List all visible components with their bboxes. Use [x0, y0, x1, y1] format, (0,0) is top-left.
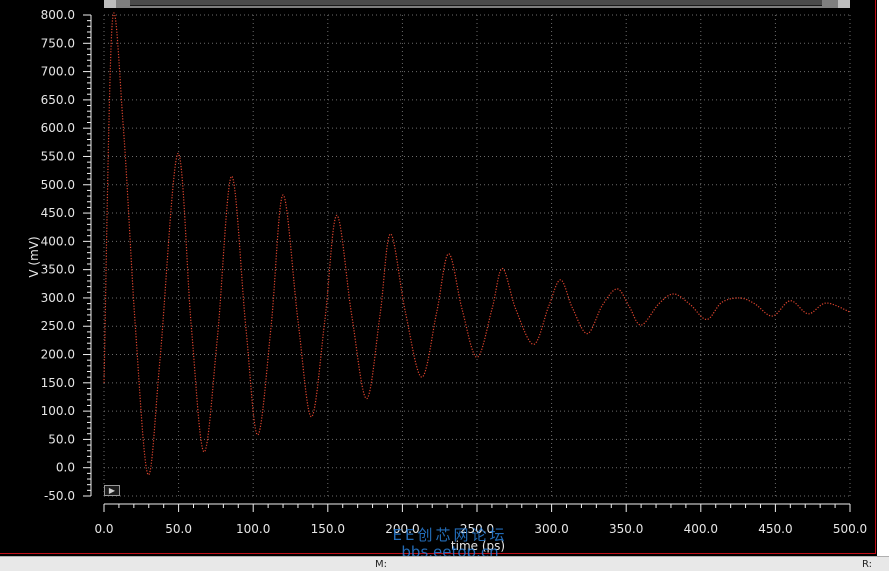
y-tick-label: 50.0 — [48, 432, 75, 446]
status-m-label: M: — [375, 559, 387, 570]
watermark-title: EE创芯网论坛 — [392, 526, 508, 544]
waveform-chart: 0.0 50.0 100.0 150.0 200.0 250.0 300.0 350.0 400… — [27, 8, 868, 553]
x-tick-label: 400.0 — [684, 522, 718, 536]
x-tick-label: 350.0 — [609, 522, 643, 536]
y-tick-label: 650.0 — [41, 93, 75, 107]
y-tick-label: 100.0 — [41, 404, 75, 418]
y-tick-label: 350.0 — [41, 263, 75, 277]
waveform-trace-group — [103, 12, 851, 476]
y-tick-label: 550.0 — [41, 149, 75, 163]
y-tick-label: 400.0 — [41, 234, 75, 248]
y-tick-label: 150.0 — [41, 376, 75, 390]
y-axis-title: V (mV) — [27, 236, 41, 277]
y-tick-label: 300.0 — [41, 291, 75, 305]
x-tick-label: 50.0 — [165, 522, 192, 536]
right-scrollbar[interactable] — [877, 0, 889, 556]
x-tick-label: 450.0 — [758, 522, 792, 536]
y-tick-label: 750.0 — [41, 36, 75, 50]
y-tick-label: 450.0 — [41, 206, 75, 220]
y-tick-label: 800.0 — [41, 8, 75, 22]
x-tick-label: 150.0 — [311, 522, 345, 536]
x-tick-label: 0.0 — [94, 522, 113, 536]
y-tick-label: 200.0 — [41, 348, 75, 362]
x-tick-label: 100.0 — [236, 522, 270, 536]
y-tick-label: 700.0 — [41, 65, 75, 79]
grid — [103, 14, 851, 497]
status-bar: M: R: — [0, 556, 889, 571]
y-tick-label: 500.0 — [41, 178, 75, 192]
y-tick-label: 0.0 — [56, 461, 75, 475]
y-tick-label: 250.0 — [41, 319, 75, 333]
x-tick-label: 300.0 — [534, 522, 568, 536]
status-r-label: R: — [862, 559, 873, 570]
x-tick-label: 500.0 — [833, 522, 867, 536]
play-button[interactable]: ▶ — [104, 485, 120, 496]
y-tick-label: -50.0 — [44, 489, 75, 503]
y-tick-label: 600.0 — [41, 121, 75, 135]
axes: 0.0 50.0 100.0 150.0 200.0 250.0 300.0 350.0 400… — [41, 8, 868, 536]
